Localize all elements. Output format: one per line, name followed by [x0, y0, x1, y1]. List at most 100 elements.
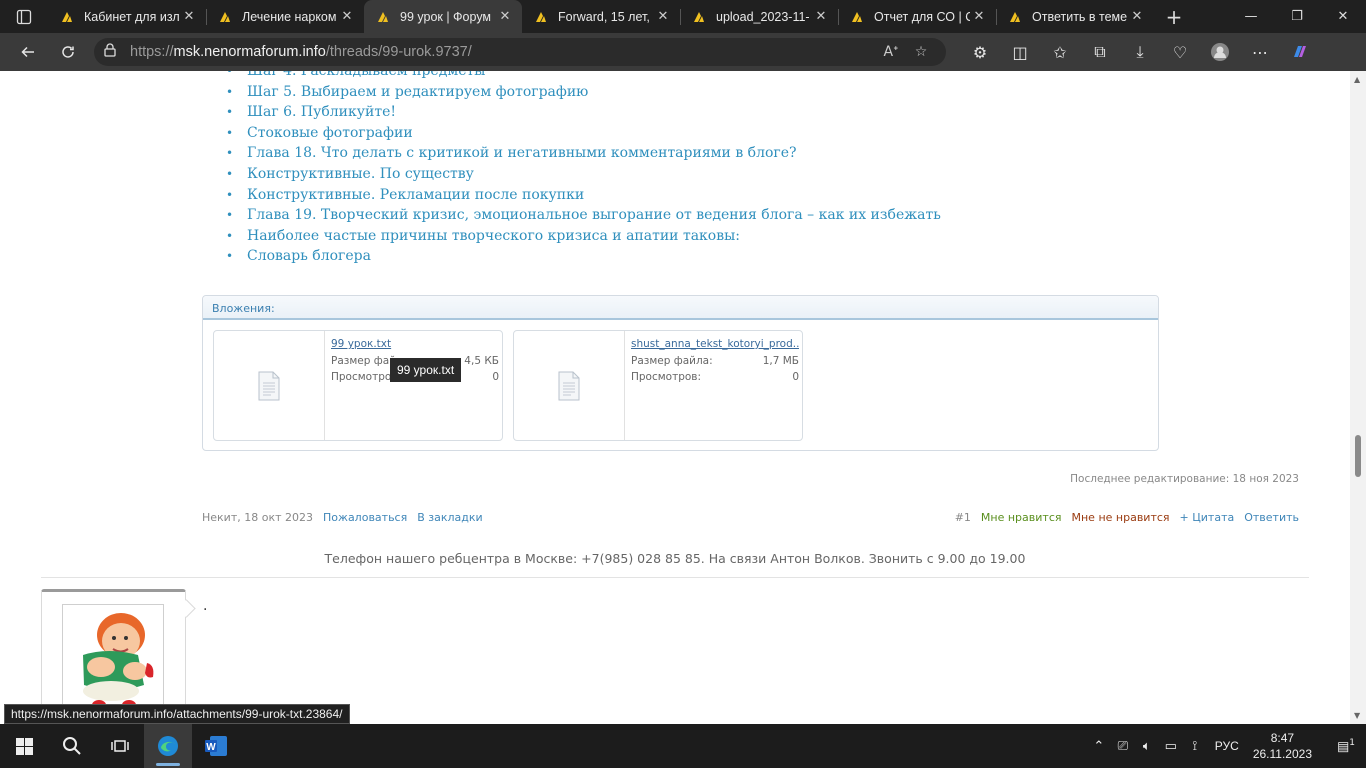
restore-icon[interactable]: ❐: [1274, 0, 1320, 33]
tab-title: Forward, 15 лет,: [558, 9, 650, 24]
url-text[interactable]: https://msk.nenormaforum.info/threads/99…: [130, 44, 876, 60]
post-author-date[interactable]: Некит, 18 окт 2023: [202, 511, 313, 524]
scrollbar-thumb[interactable]: [1355, 435, 1361, 477]
post-body-text: .: [203, 598, 208, 614]
favorites-icon[interactable]: ✩: [1040, 33, 1080, 71]
filename-tooltip: 99 урок.txt: [390, 358, 462, 382]
toc-link[interactable]: Стоковые фотографии: [226, 123, 941, 144]
collections-icon[interactable]: ⧉: [1080, 33, 1120, 71]
lock-icon[interactable]: [104, 43, 116, 61]
address-bar[interactable]: https://msk.nenormaforum.info/threads/99…: [94, 38, 946, 66]
notifications-icon[interactable]: ▤1: [1326, 738, 1366, 754]
tab-close-icon[interactable]: ✕: [970, 9, 988, 24]
battery-icon[interactable]: ▭: [1159, 739, 1183, 754]
post-meta: Некит, 18 окт 2023 Пожаловаться В заклад…: [202, 511, 483, 524]
tab-title: Отчет для СО | С: [874, 9, 970, 24]
toc-link[interactable]: Конструктивные. Рекламации после покупки: [226, 185, 941, 206]
clock[interactable]: 8:47 26.11.2023: [1253, 730, 1312, 762]
file-icon[interactable]: [214, 331, 325, 440]
post-number[interactable]: #1: [955, 511, 971, 524]
tab-actions-icon[interactable]: [0, 0, 48, 33]
word-icon[interactable]: W: [192, 724, 240, 768]
attachment-card[interactable]: shust_anna_tekst_kotoryi_prod... Размер …: [513, 330, 803, 441]
site-favicon-icon: [694, 11, 704, 22]
toc-link[interactable]: Словарь блогера: [226, 246, 941, 267]
web-page: Шаг 4. Раскладываем предметыШаг 5. Выбир…: [0, 71, 1350, 724]
tab-close-icon[interactable]: ✕: [496, 9, 514, 24]
volume-icon[interactable]: 🔈︎: [1135, 739, 1159, 754]
search-icon[interactable]: [48, 724, 96, 768]
back-arrow-icon[interactable]: [8, 33, 48, 71]
close-window-icon[interactable]: ✕: [1320, 0, 1366, 33]
tab-close-icon[interactable]: ✕: [654, 9, 672, 24]
read-aloud-icon[interactable]: Aᐩ: [876, 44, 906, 60]
table-of-contents: Шаг 4. Раскладываем предметыШаг 5. Выбир…: [226, 71, 941, 267]
user-avatar[interactable]: [62, 604, 164, 714]
svg-text:W: W: [206, 742, 216, 753]
quote-link[interactable]: + Цитата: [1180, 511, 1235, 524]
attachment-card[interactable]: 99 урок.txt Размер файла: 4,5 КБ Просмотр…: [213, 330, 503, 441]
phone-signature: Телефон нашего ребцентра в Москве: +7(98…: [324, 551, 1026, 566]
edge-browser-icon[interactable]: [144, 724, 192, 768]
browser-tab[interactable]: Лечение нарком ✕: [206, 0, 364, 33]
attachments-block: Вложения: 99 урок.txt Размер файла: 4,5 К…: [202, 295, 1159, 451]
performance-icon[interactable]: ♡: [1160, 33, 1200, 71]
taskbar: W ⌃ ⎚ 🔈︎ ▭ ⟟ РУС 8:47 26.11.2023 ▤1: [0, 724, 1366, 768]
bookmark-link[interactable]: В закладки: [417, 511, 482, 524]
toc-link[interactable]: Шаг 6. Публикуйте!: [226, 102, 941, 123]
more-menu-icon[interactable]: ⋯: [1240, 33, 1280, 71]
file-size-row: Размер файла: 1,7 МБ: [631, 355, 799, 367]
downloads-icon[interactable]: ⤓: [1120, 33, 1160, 71]
file-icon[interactable]: [514, 331, 625, 440]
toc-link[interactable]: Шаг 4. Раскладываем предметы: [226, 71, 941, 82]
browser-tab[interactable]: 99 урок | Форум ✕: [364, 0, 522, 33]
tab-close-icon[interactable]: ✕: [812, 9, 830, 24]
scroll-up-icon[interactable]: ▲: [1354, 75, 1360, 84]
tab-close-icon[interactable]: ✕: [338, 9, 356, 24]
browser-tab[interactable]: Forward, 15 лет, ✕: [522, 0, 680, 33]
task-view-icon[interactable]: [96, 724, 144, 768]
site-favicon-icon: [536, 11, 546, 22]
toc-link[interactable]: Шаг 5. Выбираем и редактируем фотографию: [226, 82, 941, 103]
like-link[interactable]: Мне нравится: [981, 511, 1062, 524]
split-screen-icon[interactable]: ◫: [1000, 33, 1040, 71]
site-favicon-icon: [62, 11, 72, 22]
network-icon[interactable]: ⟟: [1183, 739, 1207, 754]
meet-now-icon[interactable]: ⎚: [1111, 739, 1135, 754]
extensions-icon[interactable]: ⚙: [960, 33, 1000, 71]
windows-start-icon[interactable]: [0, 724, 48, 768]
browser-tab[interactable]: Отчет для СО | С ✕: [838, 0, 996, 33]
refresh-icon[interactable]: [48, 33, 88, 71]
toc-link[interactable]: Глава 19. Творческий кризис, эмоциональн…: [226, 205, 941, 226]
tab-close-icon[interactable]: ✕: [180, 9, 198, 24]
tray-chevron-up-icon[interactable]: ⌃: [1087, 739, 1111, 754]
attachment-filename[interactable]: shust_anna_tekst_kotoryi_prod...: [631, 338, 799, 350]
favorite-star-icon[interactable]: ☆: [906, 44, 936, 60]
reply-link[interactable]: Ответить: [1244, 511, 1299, 524]
browser-tab[interactable]: Ответить в теме ✕: [996, 0, 1154, 33]
toc-link[interactable]: Наиболее частые причины творческого криз…: [226, 226, 941, 247]
window-controls: — ❐ ✕: [1228, 0, 1366, 33]
attachments-header: Вложения:: [203, 296, 1158, 320]
post-actions: #1 Мне нравится Мне не нравится + Цитата…: [955, 511, 1299, 524]
copilot-icon[interactable]: [1280, 33, 1320, 71]
profile-avatar-icon[interactable]: [1200, 33, 1240, 71]
new-tab-button[interactable]: +: [1154, 5, 1194, 29]
browser-tab[interactable]: upload_2023-11- ✕: [680, 0, 838, 33]
link-status-bar: https://msk.nenormaforum.info/attachment…: [4, 704, 350, 724]
toc-link[interactable]: Конструктивные. По существу: [226, 164, 941, 185]
site-favicon-icon: [852, 11, 862, 22]
site-favicon-icon: [220, 11, 230, 22]
scroll-down-icon[interactable]: ▼: [1354, 711, 1360, 720]
browser-tab[interactable]: Кабинет для изл ✕: [48, 0, 206, 33]
dislike-link[interactable]: Мне не нравится: [1072, 511, 1170, 524]
tab-close-icon[interactable]: ✕: [1128, 9, 1146, 24]
attachment-filename[interactable]: 99 урок.txt: [331, 338, 499, 350]
minimize-icon[interactable]: —: [1228, 0, 1274, 33]
page-scrollbar[interactable]: ▲ ▼: [1350, 71, 1366, 724]
toc-link[interactable]: Глава 18. Что делать с критикой и негати…: [226, 143, 941, 164]
tab-title: Лечение нарком: [242, 9, 337, 24]
report-link[interactable]: Пожаловаться: [323, 511, 407, 524]
input-language[interactable]: РУС: [1215, 739, 1239, 753]
site-favicon-icon: [1010, 11, 1020, 22]
